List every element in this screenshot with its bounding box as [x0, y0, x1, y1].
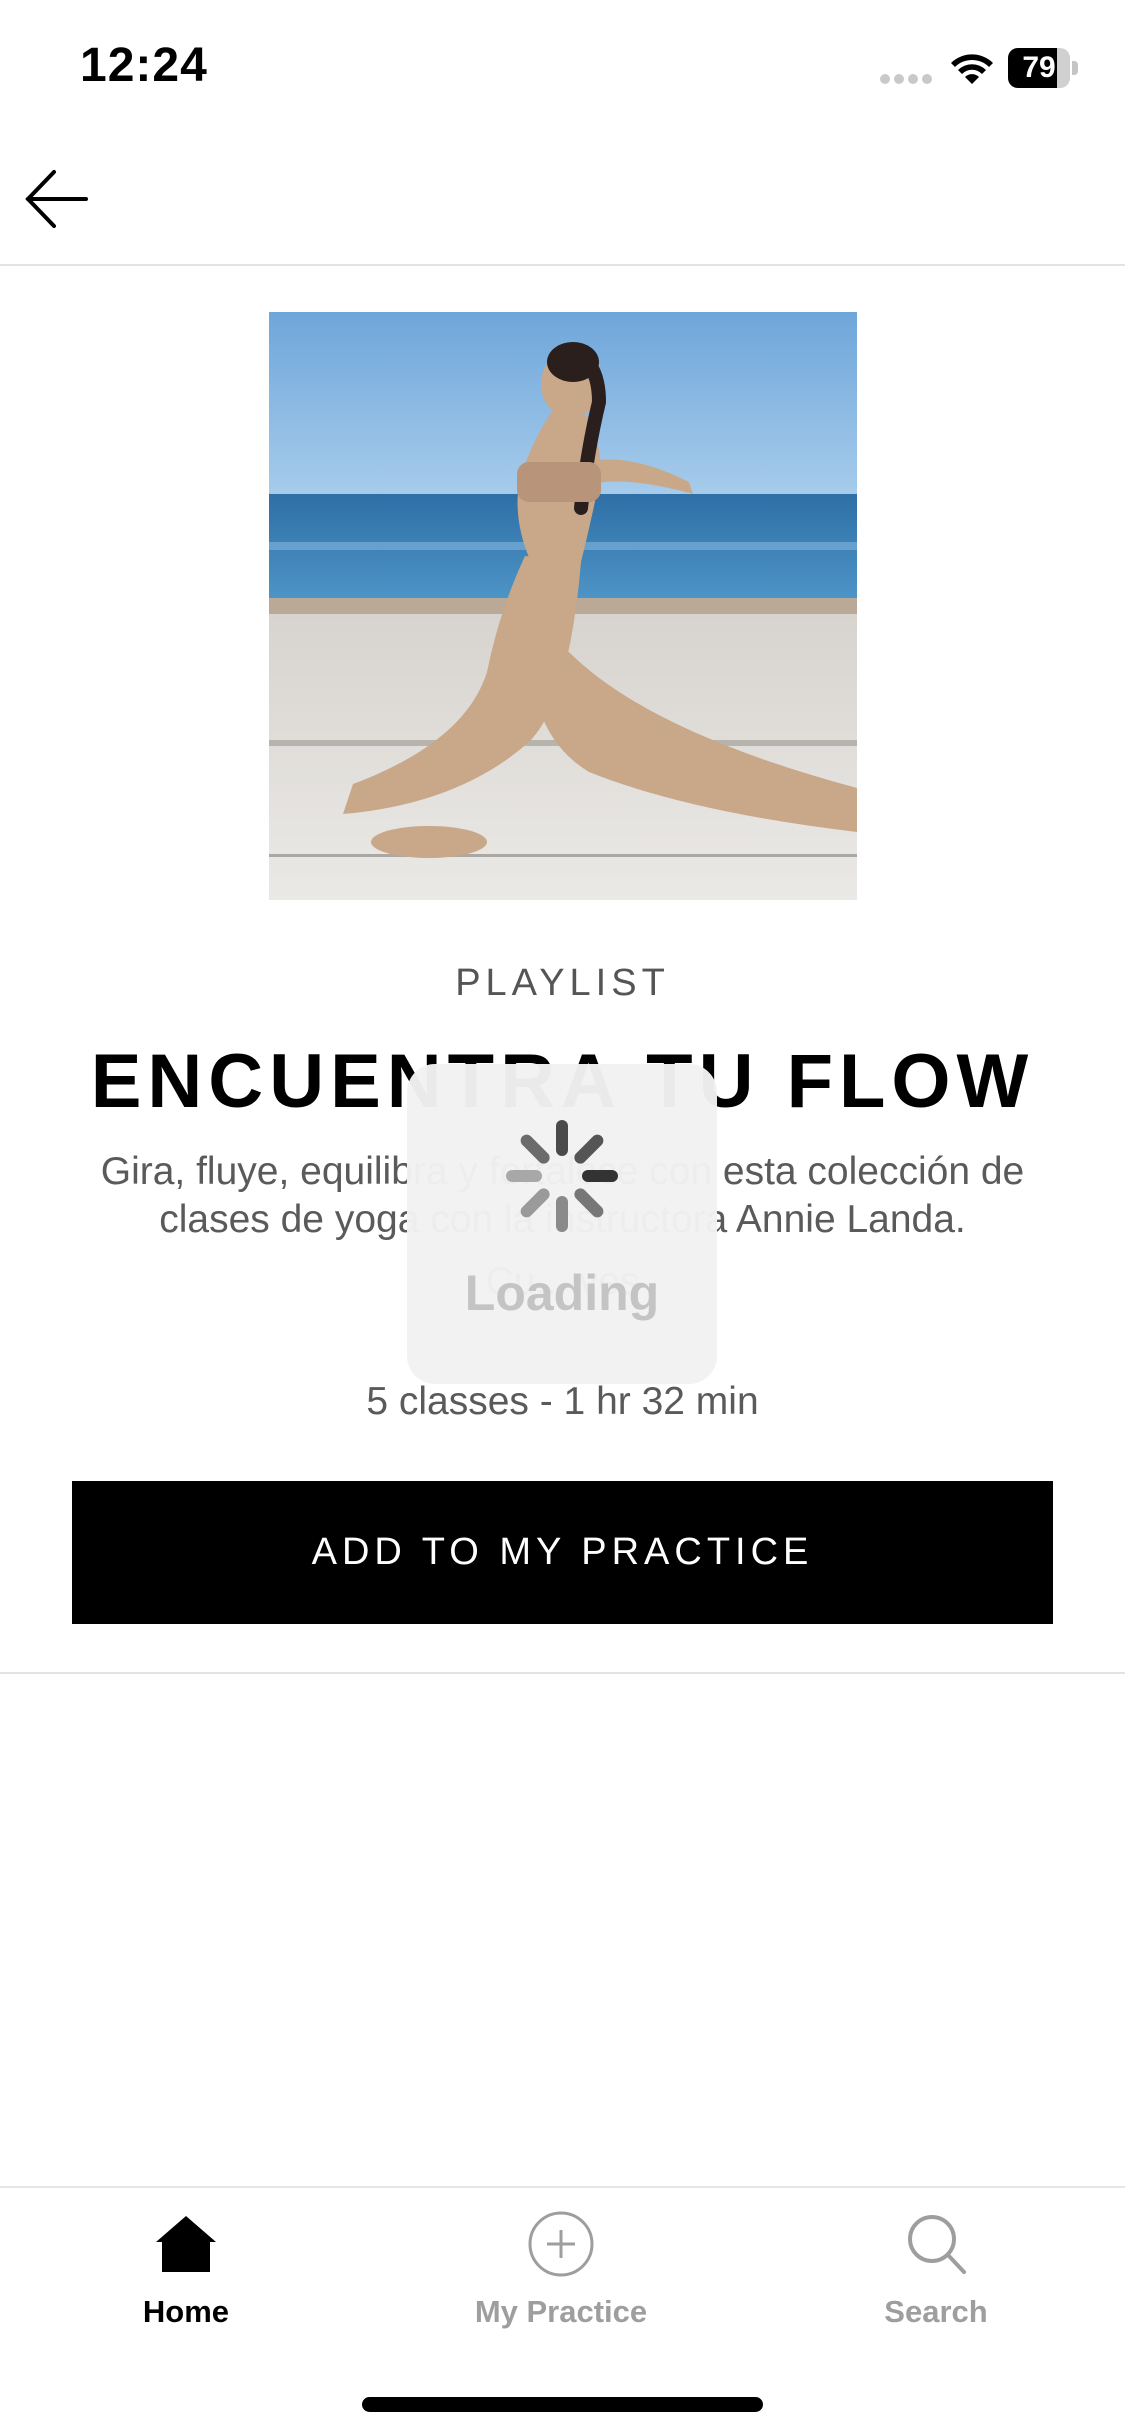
- tab-search-label: Search: [884, 2294, 988, 2329]
- add-to-practice-button[interactable]: ADD TO MY PRACTICE: [72, 1481, 1053, 1624]
- content-divider: [0, 1672, 1125, 1674]
- tab-home-label: Home: [142, 2294, 230, 2329]
- tab-bar-divider: [0, 2186, 1125, 2188]
- status-time: 12:24: [80, 39, 208, 92]
- loading-label: Loading: [464, 1265, 660, 1321]
- cellular-signal-icon: [880, 74, 934, 86]
- battery-icon: 79: [1008, 48, 1080, 88]
- tab-my-practice-label: My Practice: [474, 2294, 648, 2329]
- arrow-left-icon: [25, 170, 88, 228]
- playlist-eyebrow: PLAYLIST: [455, 962, 670, 1004]
- playlist-duration: 5 classes - 1 hr 32 min: [366, 1380, 759, 1423]
- header-divider: [0, 264, 1125, 266]
- loading-indicator: Loading: [407, 1064, 717, 1384]
- spinner-icon: [506, 1120, 618, 1232]
- home-indicator[interactable]: [362, 2397, 763, 2412]
- battery-level: 79: [1022, 51, 1056, 84]
- tab-my-practice[interactable]: My Practice: [411, 2210, 711, 2330]
- tab-home[interactable]: Home: [36, 2210, 336, 2330]
- playlist-cover-image: [269, 312, 857, 900]
- wifi-icon: [951, 54, 993, 84]
- plus-circle-icon: [528, 2211, 594, 2277]
- search-icon: [908, 2215, 966, 2274]
- home-icon: [156, 2216, 216, 2272]
- tab-search[interactable]: Search: [786, 2210, 1086, 2330]
- back-button[interactable]: [22, 166, 92, 232]
